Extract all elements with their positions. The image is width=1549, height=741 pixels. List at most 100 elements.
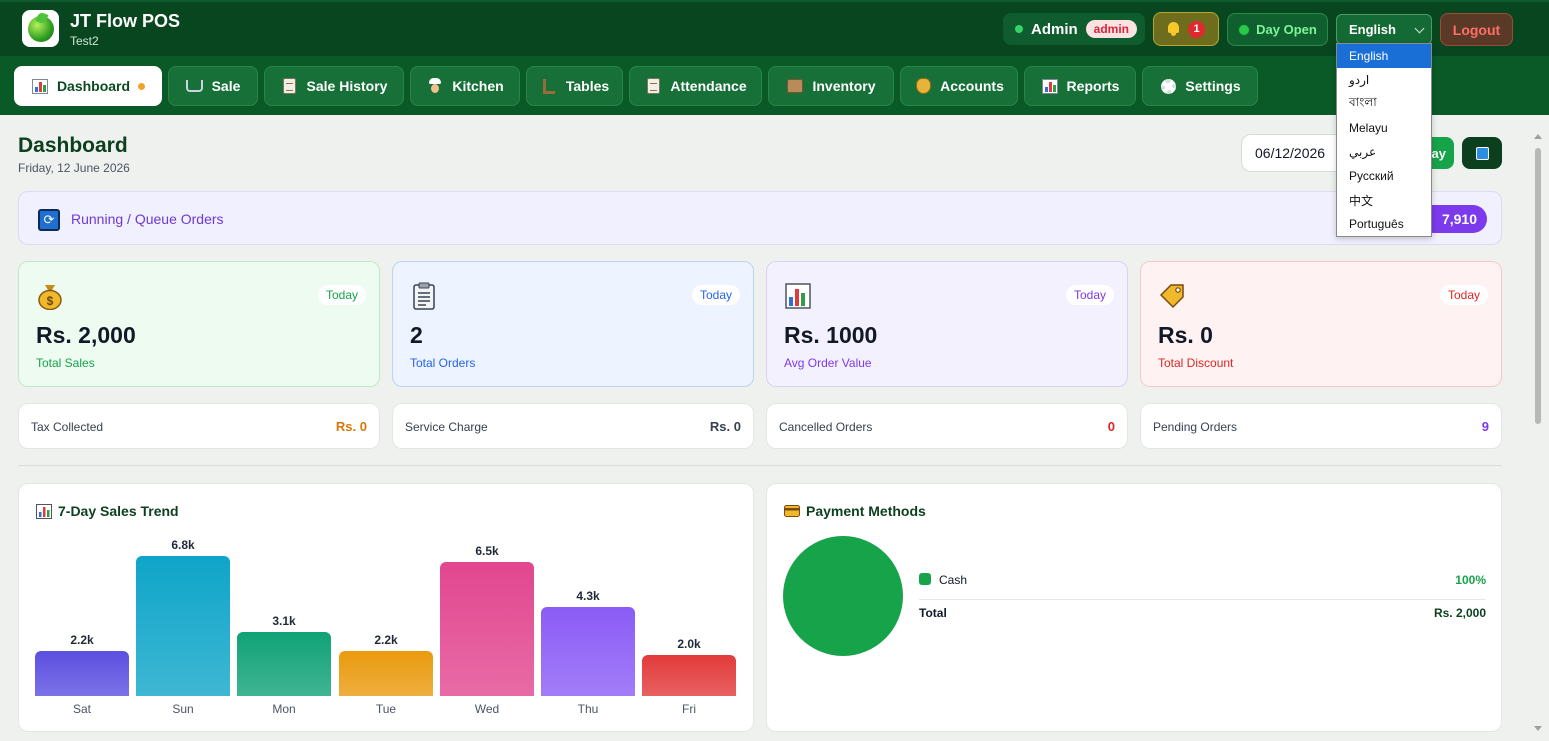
period-tag: Today bbox=[1065, 285, 1114, 305]
bar-category-label: Fri bbox=[682, 702, 696, 716]
page-scrollbar[interactable] bbox=[1533, 130, 1543, 735]
notifications-button[interactable]: 1 bbox=[1153, 12, 1219, 46]
sales-trend-panel: 7-Day Sales Trend 2.2k Sat 6.8k Sun 3.1k Mon 2… bbox=[18, 483, 754, 732]
tax-collected-card: Tax Collected Rs. 0 bbox=[18, 403, 380, 449]
language-dropdown: English اردو বাংলা Melayu عربي Русский 中文 Portu… bbox=[1336, 43, 1432, 237]
panel-title: 7-Day Sales Trend bbox=[36, 503, 179, 519]
bar-mon bbox=[237, 632, 331, 696]
language-option[interactable]: বাংলা bbox=[1337, 92, 1431, 116]
stat-value: Rs. 1000 bbox=[784, 322, 878, 348]
bar-category-label: Sat bbox=[72, 702, 91, 716]
bar-value-label: 2.2k bbox=[70, 633, 94, 647]
legend-swatch bbox=[919, 573, 931, 585]
bar-value-label: 6.8k bbox=[171, 538, 195, 552]
tab-inventory[interactable]: Inventory bbox=[768, 66, 894, 106]
tab-kitchen[interactable]: Kitchen bbox=[410, 66, 520, 106]
tab-settings[interactable]: Settings bbox=[1142, 66, 1258, 106]
tab-dashboard[interactable]: Dashboard bbox=[14, 66, 162, 106]
scroll-down-arrow-icon[interactable] bbox=[1534, 726, 1542, 731]
language-select-value: English bbox=[1349, 22, 1396, 37]
mini-stat-label: Service Charge bbox=[405, 420, 488, 434]
app-subtitle: Test2 bbox=[70, 34, 99, 48]
language-option[interactable]: Português bbox=[1337, 212, 1431, 236]
stat-value: Rs. 0 bbox=[1158, 322, 1213, 348]
tab-label: Settings bbox=[1185, 78, 1241, 94]
tab-tables[interactable]: Tables bbox=[526, 66, 623, 106]
chevron-down-icon bbox=[1414, 23, 1425, 34]
tab-accounts[interactable]: Accounts bbox=[900, 66, 1018, 106]
tab-label: Tables bbox=[565, 78, 610, 94]
tab-label: Inventory bbox=[812, 78, 876, 94]
language-option[interactable]: English bbox=[1337, 44, 1431, 68]
refresh-icon bbox=[1475, 146, 1489, 160]
language-option[interactable]: اردو bbox=[1337, 68, 1431, 92]
page-date: Friday, 12 June 2026 bbox=[18, 161, 130, 175]
period-tag: Today bbox=[691, 285, 740, 305]
stat-value: Rs. 2,000 bbox=[36, 322, 136, 348]
total-sales-card: $ Today Rs. 2,000 Total Sales bbox=[18, 261, 380, 387]
refresh-arrows-icon: ⟳ bbox=[38, 209, 60, 231]
total-label: Total bbox=[919, 606, 947, 620]
tab-label: Accounts bbox=[940, 78, 1004, 94]
scroll-up-arrow-icon[interactable] bbox=[1534, 134, 1542, 139]
running-orders-label: Running / Queue Orders bbox=[71, 211, 224, 227]
chart-icon bbox=[1041, 78, 1059, 94]
bar-sat bbox=[35, 651, 129, 696]
mini-stat-value: Rs. 0 bbox=[335, 419, 367, 434]
period-tag: Today bbox=[1439, 285, 1488, 305]
mini-stat-value: 9 bbox=[1481, 419, 1489, 434]
main-nav: Dashboard Sale Sale History Kitchen Tabl… bbox=[0, 56, 1549, 115]
payment-pie-chart bbox=[783, 536, 903, 656]
money-bag-icon: $ bbox=[36, 282, 64, 310]
legend-name: Cash bbox=[939, 573, 968, 587]
refresh-button[interactable] bbox=[1462, 137, 1502, 169]
bar-category-label: Thu bbox=[577, 702, 599, 716]
clipboard-icon bbox=[410, 282, 438, 310]
bar-value-label: 2.0k bbox=[677, 637, 701, 651]
tab-sale-history[interactable]: Sale History bbox=[264, 66, 404, 106]
bar-category-label: Wed bbox=[474, 702, 500, 716]
tab-sale[interactable]: Sale bbox=[168, 66, 258, 106]
online-status-icon bbox=[1015, 25, 1023, 33]
language-option[interactable]: 中文 bbox=[1337, 188, 1431, 212]
avg-order-value-card: Today Rs. 1000 Avg Order Value bbox=[766, 261, 1128, 387]
user-chip: Admin admin bbox=[1003, 13, 1145, 45]
chart-icon bbox=[31, 78, 49, 94]
app-logo bbox=[22, 10, 59, 47]
cancelled-orders-card: Cancelled Orders 0 bbox=[766, 403, 1128, 449]
user-name: Admin bbox=[1031, 20, 1078, 38]
day-open-button[interactable]: Day Open bbox=[1227, 13, 1328, 46]
gear-icon bbox=[1159, 78, 1177, 94]
language-option[interactable]: Melayu bbox=[1337, 116, 1431, 140]
total-value: Rs. 2,000 bbox=[1433, 606, 1486, 620]
bar-value-label: 4.3k bbox=[576, 589, 600, 603]
bar-sun bbox=[136, 556, 230, 696]
bar-fri bbox=[642, 655, 736, 696]
language-option[interactable]: عربي bbox=[1337, 140, 1431, 164]
stat-label: Total Sales bbox=[36, 356, 95, 370]
tab-label: Sale bbox=[211, 78, 241, 94]
scroll-thumb[interactable] bbox=[1535, 148, 1541, 424]
stat-label: Total Orders bbox=[410, 356, 476, 370]
bar-category-label: Tue bbox=[375, 702, 397, 716]
cart-icon bbox=[186, 78, 204, 94]
tab-reports[interactable]: Reports bbox=[1024, 66, 1136, 106]
tab-label: Reports bbox=[1066, 78, 1120, 94]
language-option[interactable]: Русский bbox=[1337, 164, 1431, 188]
svg-text:$: $ bbox=[47, 294, 54, 308]
running-orders-bar[interactable]: ⟳ Running / Queue Orders 7,910 bbox=[18, 191, 1502, 245]
legend-row-cash: Cash 100% bbox=[919, 572, 1486, 590]
language-select[interactable]: English bbox=[1336, 14, 1432, 45]
logout-button[interactable]: Logout bbox=[1440, 13, 1513, 46]
bar-thu bbox=[541, 607, 635, 696]
mini-stat-label: Pending Orders bbox=[1153, 420, 1238, 434]
money-bag-icon bbox=[914, 78, 932, 94]
active-indicator-dot bbox=[138, 82, 146, 90]
tab-label: Kitchen bbox=[452, 78, 504, 94]
sales-trend-title: 7-Day Sales Trend bbox=[58, 503, 179, 519]
tab-label: Dashboard bbox=[56, 78, 131, 94]
service-charge-card: Service Charge Rs. 0 bbox=[392, 403, 754, 449]
bar-category-label: Sun bbox=[172, 702, 194, 716]
tab-attendance[interactable]: Attendance bbox=[629, 66, 762, 106]
legend-divider bbox=[919, 599, 1486, 600]
